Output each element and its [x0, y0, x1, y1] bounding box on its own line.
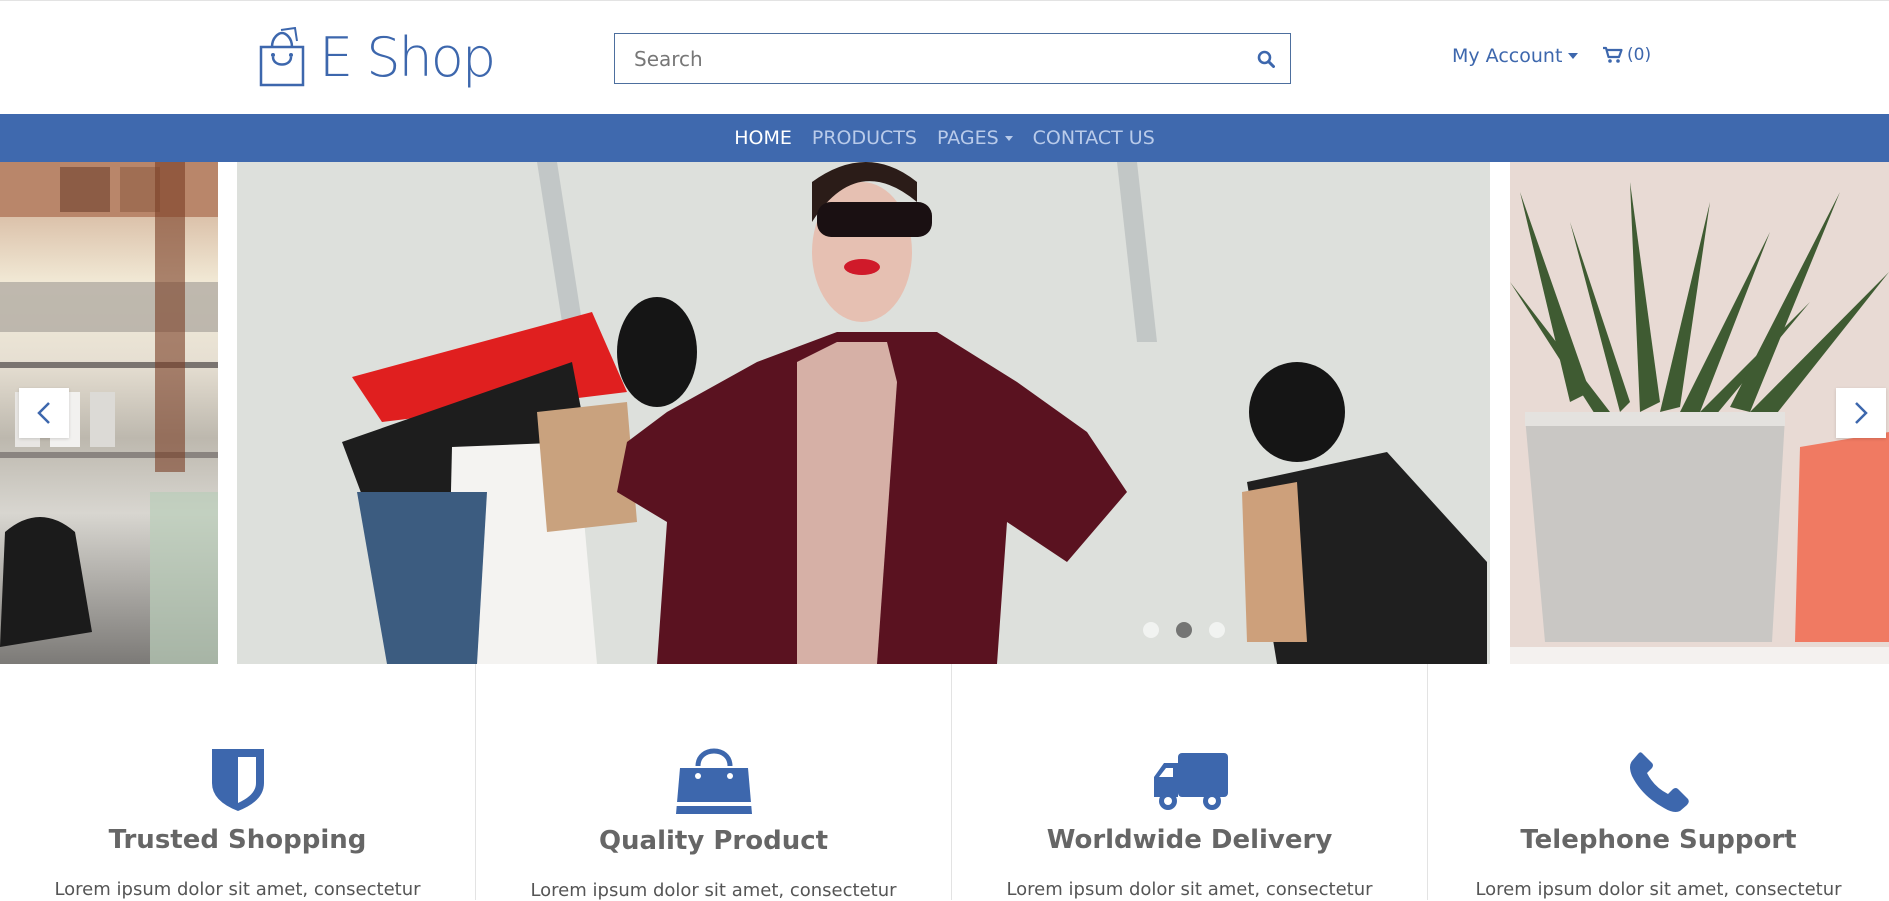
nav-item-home-label: HOME — [734, 127, 792, 149]
carousel-slide-plant — [1510, 162, 1889, 664]
carousel-prev-button[interactable] — [19, 388, 69, 438]
chevron-down-icon — [1004, 135, 1013, 141]
feature-title: Worldwide Delivery — [1046, 825, 1333, 855]
site-header: E Shop My Account (0) — [0, 0, 1889, 114]
feature-title: Trusted Shopping — [108, 825, 367, 855]
search-button[interactable] — [1242, 34, 1290, 83]
cart-button[interactable]: (0) — [1602, 45, 1651, 65]
nav-item-products[interactable]: PRODUCTS — [812, 127, 917, 149]
cart-count: (0) — [1627, 45, 1652, 65]
nav-item-contact-us-label: CONTACT US — [1032, 127, 1155, 149]
nav-item-pages-label: PAGES — [936, 127, 999, 149]
shopping-bag-icon — [675, 748, 752, 814]
phone-icon — [1629, 752, 1689, 812]
truck-icon — [1153, 753, 1228, 810]
features-section: Trusted Shopping Lorem ipsum dolor sit a… — [0, 664, 1889, 901]
cart-icon — [1603, 46, 1623, 63]
nav-item-products-label: PRODUCTS — [811, 127, 917, 149]
chevron-down-icon — [1568, 53, 1579, 59]
logo-text: E Shop — [319, 26, 496, 89]
shopping-bag-logo-icon — [259, 27, 305, 87]
carousel-dot-2[interactable] — [1176, 622, 1192, 638]
feature-telephone-support: Telephone Support Lorem ipsum dolor sit … — [1428, 664, 1889, 900]
woman-with-shopping-bags-image — [237, 162, 1490, 664]
carousel-next-button[interactable] — [1836, 388, 1886, 438]
feature-title: Quality Product — [598, 826, 829, 856]
search-box — [614, 33, 1291, 84]
carousel-indicators — [1143, 622, 1225, 638]
carousel-dot-3[interactable] — [1209, 622, 1225, 638]
chevron-left-icon — [37, 402, 50, 424]
feature-description: Lorem ipsum dolor sit amet, consectetur — [54, 879, 421, 900]
feature-description: Lorem ipsum dolor sit amet, consectetur — [1475, 879, 1842, 900]
feature-description: Lorem ipsum dolor sit amet, consectetur — [530, 880, 897, 901]
nav-item-contact-us[interactable]: CONTACT US — [1033, 127, 1155, 149]
chevron-right-icon — [1855, 402, 1868, 424]
my-account-dropdown[interactable]: My Account — [1452, 45, 1579, 67]
shield-icon — [211, 749, 264, 811]
feature-title: Telephone Support — [1520, 825, 1797, 855]
feature-description: Lorem ipsum dolor sit amet, consectetur — [1006, 879, 1373, 900]
site-logo[interactable]: E Shop — [255, 21, 496, 95]
nav-item-pages[interactable]: PAGES — [937, 127, 1013, 149]
feature-quality-product: Quality Product Lorem ipsum dolor sit am… — [476, 664, 952, 901]
carousel-slide-shopping-woman — [237, 162, 1490, 664]
feature-trusted-shopping: Trusted Shopping Lorem ipsum dolor sit a… — [0, 664, 476, 900]
feature-worldwide-delivery: Worldwide Delivery Lorem ipsum dolor sit… — [952, 664, 1428, 900]
potted-plant-image — [1510, 162, 1889, 664]
nav-item-home[interactable]: HOME — [734, 127, 792, 149]
search-icon — [1257, 50, 1275, 68]
main-nav: HOME PRODUCTS PAGES CONTACT US — [0, 114, 1889, 162]
hero-carousel — [0, 162, 1889, 664]
my-account-label: My Account — [1452, 45, 1563, 67]
carousel-dot-1[interactable] — [1143, 622, 1159, 638]
search-input[interactable] — [615, 34, 1242, 83]
